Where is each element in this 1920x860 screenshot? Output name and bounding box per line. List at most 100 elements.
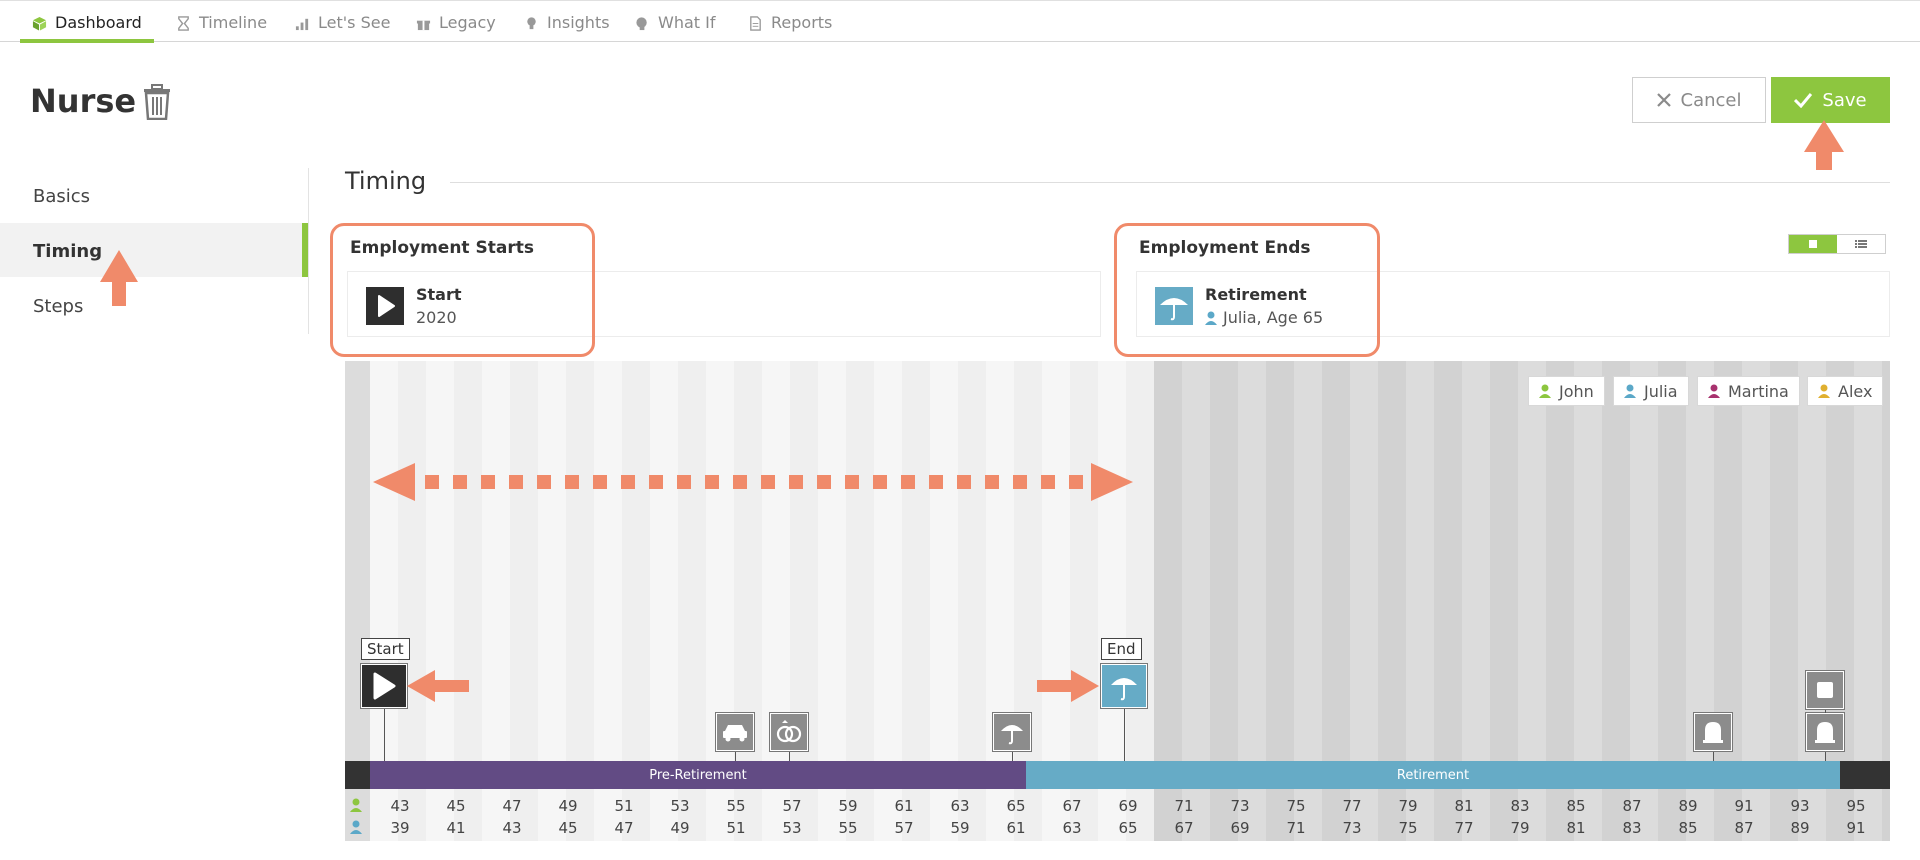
rings-icon bbox=[776, 720, 802, 743]
john-age: 71 bbox=[1174, 797, 1194, 815]
john-age: 81 bbox=[1454, 797, 1474, 815]
john-age: 47 bbox=[502, 797, 522, 815]
phase-retirement[interactable]: Retirement bbox=[1026, 761, 1840, 789]
page-title: Nurse bbox=[30, 82, 137, 120]
save-button[interactable]: Save bbox=[1771, 77, 1890, 123]
legend-martina[interactable]: Martina bbox=[1697, 376, 1800, 406]
trash-icon[interactable] bbox=[142, 84, 172, 120]
end-flag: End bbox=[1101, 638, 1142, 660]
tab-legacy[interactable]: Legacy bbox=[404, 9, 508, 42]
list-view-button[interactable] bbox=[1837, 235, 1885, 253]
passing-event[interactable] bbox=[1805, 712, 1845, 752]
john-age: 75 bbox=[1286, 797, 1306, 815]
tab-label: What If bbox=[658, 13, 716, 32]
tab-reports[interactable]: Reports bbox=[736, 9, 844, 42]
tombstone-icon bbox=[1815, 722, 1835, 743]
cancel-button[interactable]: Cancel bbox=[1632, 77, 1766, 123]
john-age: 45 bbox=[446, 797, 466, 815]
john-age: 91 bbox=[1734, 797, 1754, 815]
calendar-icon bbox=[1809, 240, 1817, 248]
julia-age: 77 bbox=[1454, 819, 1474, 837]
bar-chart-icon bbox=[295, 18, 309, 31]
event-stem bbox=[735, 752, 736, 761]
legend-julia[interactable]: Julia bbox=[1613, 376, 1689, 406]
john-age: 57 bbox=[782, 797, 802, 815]
tab-lets-see[interactable]: Let's See bbox=[283, 9, 402, 42]
passing-event[interactable] bbox=[1693, 712, 1733, 752]
person-icon bbox=[1539, 384, 1551, 398]
legend-label: Martina bbox=[1728, 381, 1789, 401]
top-nav: Dashboard Timeline Let's See Legacy Insi… bbox=[0, 0, 1920, 43]
brain-icon bbox=[636, 17, 647, 31]
car-icon bbox=[723, 725, 747, 742]
julia-age: 43 bbox=[502, 819, 522, 837]
sidebar-item-steps[interactable]: Steps bbox=[0, 278, 308, 332]
start-event[interactable] bbox=[360, 663, 408, 709]
event-stem bbox=[1825, 752, 1826, 761]
event-stem bbox=[1124, 709, 1125, 761]
car-event[interactable] bbox=[715, 712, 755, 752]
callout-arrow-right-icon bbox=[1037, 670, 1099, 702]
john-age: 79 bbox=[1398, 797, 1418, 815]
tab-label: Let's See bbox=[318, 13, 391, 32]
gift-icon bbox=[416, 20, 431, 31]
john-age: 93 bbox=[1790, 797, 1810, 815]
tab-dashboard[interactable]: Dashboard bbox=[20, 9, 154, 43]
julia-person-icon bbox=[350, 820, 362, 834]
legend-john[interactable]: John bbox=[1528, 376, 1605, 406]
julia-age: 87 bbox=[1734, 819, 1754, 837]
john-age: 95 bbox=[1846, 797, 1866, 815]
person-icon bbox=[1624, 384, 1636, 398]
julia-age: 85 bbox=[1678, 819, 1698, 837]
sidebar-item-basics[interactable]: Basics bbox=[0, 168, 308, 222]
sidebar-item-timing[interactable]: Timing bbox=[0, 223, 308, 277]
view-toggle[interactable] bbox=[1788, 234, 1886, 254]
callout-arrow-up-icon bbox=[1804, 120, 1844, 170]
sidebar-item-label: Timing bbox=[33, 241, 103, 262]
phase-pre-retirement[interactable]: Pre-Retirement bbox=[370, 761, 1026, 789]
tab-what-if[interactable]: What If bbox=[623, 9, 727, 42]
calendar-view-button[interactable] bbox=[1789, 235, 1837, 253]
wedding-event[interactable] bbox=[769, 712, 809, 752]
john-age: 63 bbox=[950, 797, 970, 815]
event-stem bbox=[789, 752, 790, 761]
julia-age: 73 bbox=[1342, 819, 1362, 837]
john-age: 65 bbox=[1006, 797, 1026, 815]
john-age: 49 bbox=[558, 797, 578, 815]
tab-label: Timeline bbox=[199, 13, 268, 32]
event-stem bbox=[1713, 752, 1714, 761]
section-divider bbox=[450, 182, 1890, 183]
stop-event[interactable] bbox=[1805, 670, 1845, 710]
square-icon bbox=[1817, 682, 1833, 698]
julia-age: 89 bbox=[1790, 819, 1810, 837]
julia-age: 45 bbox=[558, 819, 578, 837]
julia-age: 67 bbox=[1174, 819, 1194, 837]
julia-age: 91 bbox=[1846, 819, 1866, 837]
phase-post bbox=[1840, 761, 1890, 789]
retirement-event[interactable] bbox=[992, 712, 1032, 752]
tab-label: Legacy bbox=[439, 13, 496, 32]
callout-box bbox=[1114, 223, 1380, 357]
section-title: Timing bbox=[345, 167, 427, 195]
tab-timeline[interactable]: Timeline bbox=[164, 9, 279, 42]
john-age: 51 bbox=[614, 797, 634, 815]
john-age: 59 bbox=[838, 797, 858, 815]
legend-label: Julia bbox=[1644, 381, 1678, 401]
check-icon bbox=[1794, 93, 1813, 108]
john-age: 55 bbox=[726, 797, 746, 815]
tab-insights[interactable]: Insights bbox=[512, 9, 622, 42]
julia-age: 83 bbox=[1622, 819, 1642, 837]
umbrella-icon bbox=[1111, 678, 1137, 701]
john-age: 83 bbox=[1510, 797, 1530, 815]
julia-age: 63 bbox=[1062, 819, 1082, 837]
julia-age: 41 bbox=[446, 819, 466, 837]
hourglass-icon bbox=[178, 16, 189, 31]
phase-pre-start bbox=[345, 761, 370, 789]
sidebar-item-label: Steps bbox=[33, 296, 84, 317]
tombstone-icon bbox=[1703, 722, 1723, 743]
callout-box bbox=[330, 223, 595, 357]
legend-alex[interactable]: Alex bbox=[1807, 376, 1884, 406]
julia-age: 49 bbox=[670, 819, 690, 837]
person-icon bbox=[1708, 384, 1720, 398]
end-event[interactable] bbox=[1100, 663, 1148, 709]
